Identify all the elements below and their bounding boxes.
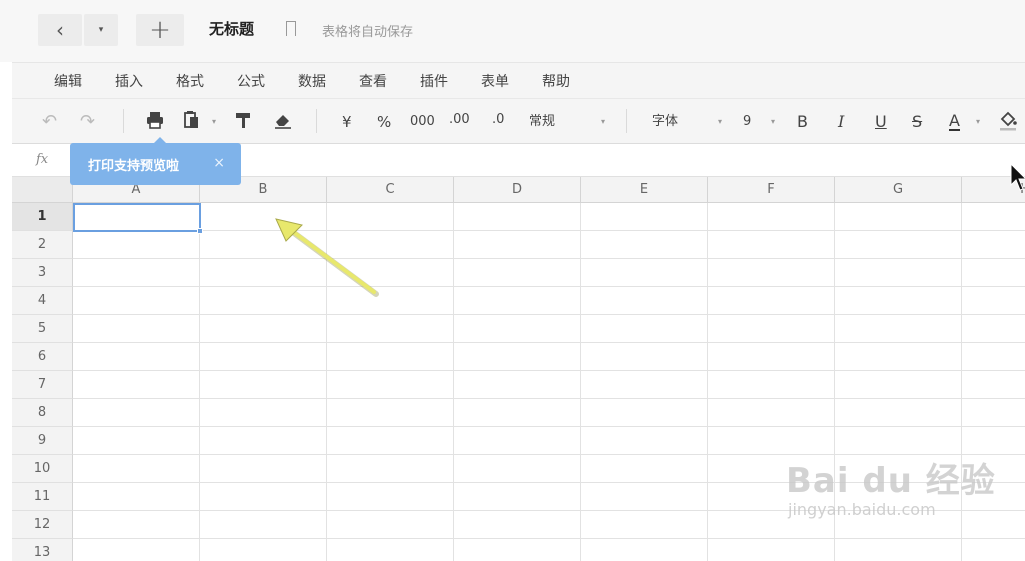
number-format-select[interactable]: 常规 [529, 111, 555, 133]
menu-view[interactable]: 查看 [359, 71, 387, 91]
row-header[interactable]: 6 [12, 343, 73, 371]
paste-options-caret[interactable]: ▾ [212, 111, 216, 133]
font-color-caret[interactable]: ▾ [976, 111, 980, 133]
column-gridline [707, 203, 708, 561]
row-gridline [73, 538, 1025, 539]
watermark-url: jingyan.baidu.com [788, 500, 936, 519]
menu-plugins[interactable]: 插件 [420, 71, 448, 91]
menu-insert[interactable]: 插入 [115, 71, 143, 91]
document-title[interactable]: 无标题 [209, 18, 254, 39]
mouse-cursor-icon [1010, 163, 1025, 191]
increase-decimal-button[interactable]: .00 [449, 109, 470, 131]
row-header[interactable]: 3 [12, 259, 73, 287]
toolbar-divider [316, 109, 317, 133]
row-gridline [73, 314, 1025, 315]
row-gridline [73, 426, 1025, 427]
row-header[interactable]: 12 [12, 511, 73, 539]
toolbar-divider [626, 109, 627, 133]
eraser-icon[interactable] [273, 110, 293, 132]
format-painter-icon[interactable] [234, 110, 252, 132]
toolbar-divider [123, 109, 124, 133]
fill-handle[interactable] [197, 228, 203, 234]
paste-icon[interactable] [184, 110, 200, 132]
underline-button[interactable]: U [875, 111, 887, 133]
baidu-jingyan-watermark: Bai du 经验 jingyan.baidu.com [786, 453, 996, 519]
menu-bar: 编辑 插入 格式 公式 数据 查看 插件 表单 帮助 [12, 62, 1025, 98]
thousands-separator-button[interactable]: 000 [410, 111, 435, 133]
print-preview-tooltip: 打印支持预览啦 × [70, 137, 241, 185]
chevron-left-icon: ‹ [56, 18, 64, 42]
undo-icon[interactable]: ↶ [42, 111, 57, 133]
column-header[interactable]: E [581, 177, 708, 203]
menu-formula[interactable]: 公式 [237, 71, 265, 91]
new-sheet-button[interactable]: + [136, 14, 184, 46]
plus-icon: + [149, 15, 171, 45]
watermark-brand: Bai du 经验 [786, 461, 996, 501]
column-gridline [453, 203, 454, 561]
font-color-button[interactable]: A [949, 111, 960, 131]
number-format-caret[interactable]: ▾ [601, 111, 605, 133]
row-header[interactable]: 11 [12, 483, 73, 511]
title-bar: ‹ ▾ + 无标题 表格将自动保存 [0, 0, 1025, 62]
column-header[interactable]: C [327, 177, 454, 203]
history-dropdown-button[interactable]: ▾ [84, 14, 118, 46]
menu-format[interactable]: 格式 [176, 71, 204, 91]
italic-button[interactable]: I [838, 111, 844, 133]
fill-color-icon[interactable] [998, 110, 1018, 132]
font-family-caret[interactable]: ▾ [718, 111, 722, 133]
font-family-select[interactable]: 字体 [652, 111, 678, 133]
function-icon: fx [36, 152, 49, 167]
menu-data[interactable]: 数据 [298, 71, 326, 91]
decrease-decimal-button[interactable]: .0 [492, 109, 504, 131]
row-header[interactable]: 9 [12, 427, 73, 455]
print-icon[interactable] [146, 110, 164, 132]
bold-button[interactable]: B [797, 111, 808, 133]
row-gridline [73, 230, 1025, 231]
column-header[interactable]: F [708, 177, 835, 203]
row-header[interactable]: 1 [12, 203, 73, 231]
row-header[interactable]: 4 [12, 287, 73, 315]
row-header[interactable]: 7 [12, 371, 73, 399]
caret-down-icon: ▾ [98, 25, 104, 35]
font-size-caret[interactable]: ▾ [771, 111, 775, 133]
bookmark-icon[interactable] [286, 21, 296, 40]
column-gridline [199, 203, 200, 561]
tooltip-text: 打印支持预览啦 [88, 158, 180, 174]
row-gridline [73, 286, 1025, 287]
row-header[interactable]: 10 [12, 455, 73, 483]
select-all-corner[interactable] [12, 177, 73, 203]
annotation-arrow-icon [275, 218, 379, 297]
row-header[interactable]: 13 [12, 539, 73, 561]
row-gridline [73, 370, 1025, 371]
currency-format-button[interactable]: ¥ [342, 111, 352, 133]
row-header[interactable]: 5 [12, 315, 73, 343]
row-gridline [73, 398, 1025, 399]
back-button[interactable]: ‹ [38, 14, 82, 46]
row-header[interactable]: 8 [12, 399, 73, 427]
row-header[interactable]: 2 [12, 231, 73, 259]
percent-format-button[interactable]: % [377, 111, 391, 133]
column-gridline [580, 203, 581, 561]
autosave-status: 表格将自动保存 [322, 25, 414, 40]
column-header[interactable]: G [835, 177, 962, 203]
menu-forms[interactable]: 表单 [481, 71, 509, 91]
strikethrough-button[interactable]: S [912, 111, 922, 133]
row-gridline [73, 342, 1025, 343]
close-icon[interactable]: × [213, 155, 225, 171]
font-size-select[interactable]: 9 [743, 111, 751, 133]
menu-edit[interactable]: 编辑 [54, 71, 82, 91]
row-gridline [73, 258, 1025, 259]
menu-help[interactable]: 帮助 [542, 71, 570, 91]
redo-icon[interactable]: ↷ [80, 111, 95, 133]
column-header[interactable]: D [454, 177, 581, 203]
selected-cell-a1[interactable] [73, 203, 203, 234]
